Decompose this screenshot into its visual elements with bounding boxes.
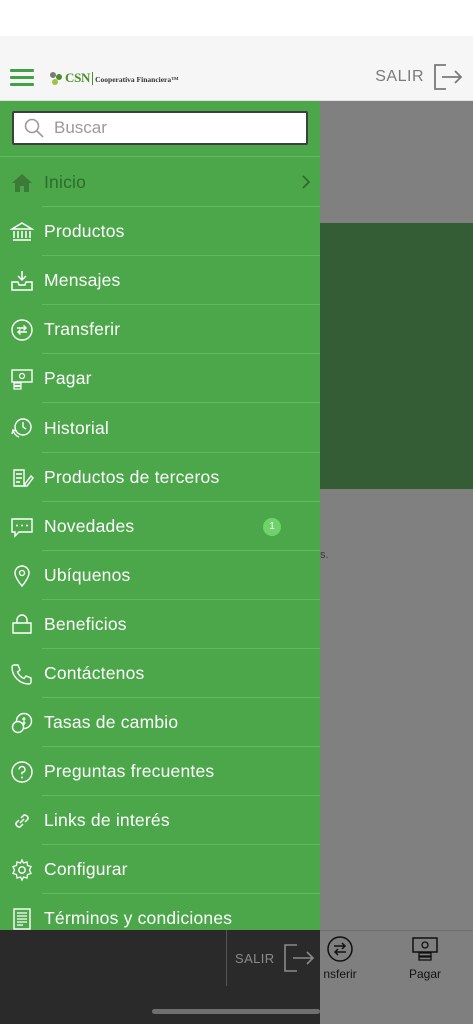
link-icon: [15, 814, 29, 828]
logo-mark-icon: [50, 72, 64, 86]
menu-item-label: Preguntas frecuentes: [44, 761, 215, 782]
logo-subtitle: Cooperativa Financiera™: [95, 75, 179, 84]
menu-item-label: Ubíquenos: [44, 564, 131, 585]
navigation-drawer: Inicio Productos Mensajes Transferir: [0, 101, 320, 930]
home-indicator: [152, 1009, 320, 1014]
home-icon: [12, 174, 32, 192]
menu-item-transferir[interactable]: Transferir: [0, 305, 320, 355]
inbox-icon: [11, 271, 33, 291]
menu-item-label: Historial: [44, 417, 110, 438]
menu-item-novedades[interactable]: Novedades 1: [0, 502, 320, 551]
logout-icon: [434, 64, 463, 90]
menu-item-links-de-interes[interactable]: Links de interés: [0, 796, 320, 846]
logout-button[interactable]: SALIR: [375, 62, 463, 92]
logout-icon: [283, 944, 314, 972]
menu-item-label: Productos: [44, 221, 125, 242]
tab-pagar[interactable]: Pagar: [385, 935, 465, 981]
pay-icon: [11, 369, 33, 390]
drawer-logout-button[interactable]: SALIR: [235, 942, 315, 974]
status-bar: [0, 0, 473, 36]
menu-item-label: Links de interés: [44, 810, 170, 831]
transfer-icon: [327, 936, 353, 962]
search-icon: [24, 118, 44, 138]
menu-item-label: Pagar: [44, 368, 92, 389]
menu-item-contactenos[interactable]: Contáctenos: [0, 649, 320, 699]
menu-item-tasas-de-cambio[interactable]: Tasas de cambio: [0, 698, 320, 748]
app-bar: CSN Cooperativa Financiera™ SALIR: [0, 36, 473, 101]
menu-item-label: Contáctenos: [44, 662, 145, 683]
menu-item-label: Productos de terceros: [44, 466, 220, 487]
menu-item-mensajes[interactable]: Mensajes: [0, 256, 320, 306]
drawer-logout-label: SALIR: [235, 950, 275, 966]
exchange-rate-icon: [11, 712, 33, 734]
menu-item-label: Configurar: [44, 859, 128, 880]
menu-item-label: Inicio: [44, 172, 87, 193]
background-snippet: s.: [320, 549, 329, 561]
menu-item-inicio[interactable]: Inicio: [0, 158, 320, 208]
menu-icon[interactable]: [10, 69, 36, 87]
menu-item-label: Transferir: [44, 319, 121, 340]
search-input[interactable]: [54, 118, 284, 138]
tab-label: nsferir: [323, 967, 357, 981]
menu-item-label: Mensajes: [44, 270, 121, 291]
tab-label: Pagar: [408, 967, 442, 981]
menu-item-beneficios[interactable]: Beneficios: [0, 600, 320, 650]
location-pin-icon: [14, 565, 30, 587]
menu-item-label: Beneficios: [44, 613, 127, 634]
menu-item-productos[interactable]: Productos: [0, 207, 320, 257]
menu-item-terminos-y-condiciones[interactable]: Términos y condiciones: [0, 894, 320, 930]
notification-badge: 1: [263, 517, 281, 536]
question-icon: [11, 761, 33, 783]
transfer-icon: [11, 319, 33, 341]
gear-icon: [12, 858, 32, 882]
document-icon: [13, 908, 31, 930]
search-box[interactable]: [12, 111, 308, 145]
menu-item-label: Términos y condiciones: [44, 908, 233, 929]
pay-icon: [412, 937, 438, 961]
phone-icon: [11, 664, 32, 685]
logout-label: SALIR: [375, 68, 424, 85]
menu-item-pagar[interactable]: Pagar: [0, 354, 320, 404]
menu-item-label: Novedades: [44, 515, 135, 536]
third-party-products-icon: [13, 468, 34, 487]
bag-icon: [12, 614, 32, 634]
drawer-menu: Inicio Productos Mensajes Transferir Pag…: [0, 158, 320, 930]
menu-item-label: Tasas de cambio: [44, 712, 179, 733]
news-icon: [11, 517, 33, 538]
menu-item-productos-de-terceros[interactable]: Productos de terceros: [0, 453, 320, 502]
menu-item-historial[interactable]: Historial: [0, 403, 320, 453]
menu-item-preguntas-frecuentes[interactable]: Preguntas frecuentes: [0, 747, 320, 797]
logo: CSN Cooperativa Financiera™: [50, 66, 179, 86]
bank-icon: [10, 222, 34, 241]
menu-item-ubiquenos[interactable]: Ubíquenos: [0, 551, 320, 600]
menu-item-configurar[interactable]: Configurar: [0, 845, 320, 895]
history-icon: [11, 418, 32, 439]
chevron-right-icon: [302, 175, 311, 189]
logo-name: CSN: [65, 70, 91, 85]
